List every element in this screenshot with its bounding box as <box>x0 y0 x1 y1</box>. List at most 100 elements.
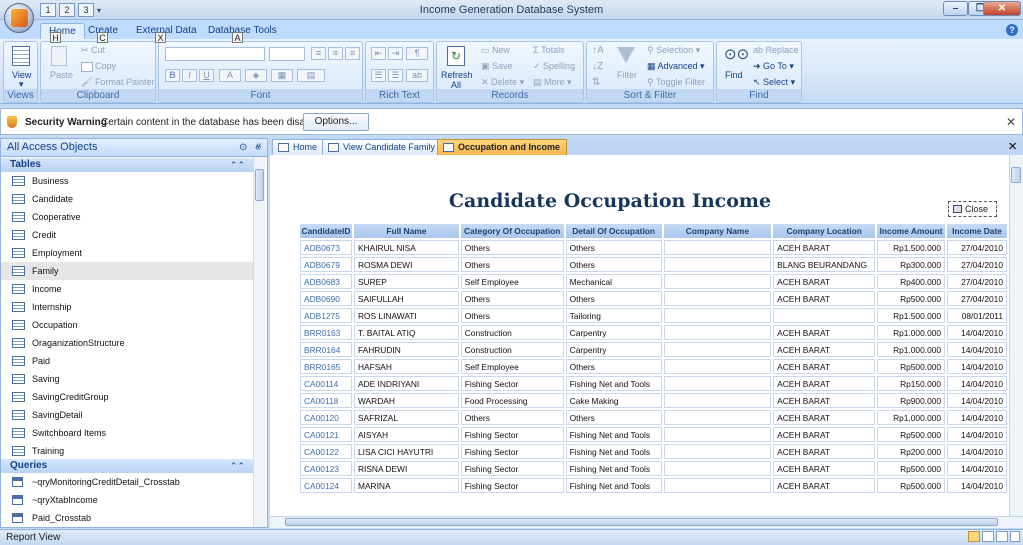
delete-record-button[interactable]: ✕ Delete ▾ <box>481 77 524 88</box>
underline-button[interactable]: U <box>199 69 214 82</box>
tables-group-header[interactable]: ⌃⌃ Tables <box>1 158 253 172</box>
options-button[interactable]: Options... <box>303 113 369 131</box>
align-right-icon[interactable]: ≡ <box>345 47 360 60</box>
nav-item-table[interactable]: Paid <box>1 352 253 370</box>
tab-home[interactable]: Home <box>40 23 85 39</box>
format-painter-button[interactable]: 🖌 Format Painter <box>81 77 154 88</box>
fill-color-icon[interactable]: ◈ <box>245 69 267 82</box>
nav-scroll-thumb[interactable] <box>255 169 264 201</box>
table-cell: Construction <box>460 325 564 340</box>
new-record-button[interactable]: ▭ New <box>481 45 510 56</box>
table-cell: ACEH BARAT <box>773 410 876 425</box>
queries-group-header[interactable]: ⌃⌃ Queries <box>1 459 253 473</box>
nav-item-table[interactable]: Occupation <box>1 316 253 334</box>
decrease-indent-icon[interactable]: ⇤ <box>371 47 386 60</box>
sort-descending-icon[interactable]: ↓Z <box>592 61 603 72</box>
nav-item-table[interactable]: Family <box>1 262 253 280</box>
nav-item-query[interactable]: ~qryXtabIncome <box>1 491 253 509</box>
select-button[interactable]: ↖ Select ▾ <box>753 77 795 88</box>
align-center-icon[interactable]: ≡ <box>328 47 343 60</box>
increase-indent-icon[interactable]: ⇥ <box>388 47 403 60</box>
clear-sort-icon[interactable]: ⇅ <box>592 77 600 88</box>
nav-item-table[interactable]: Internship <box>1 298 253 316</box>
print-preview-icon[interactable] <box>982 531 994 542</box>
layout-view-icon[interactable] <box>996 531 1008 542</box>
bold-button[interactable]: B <box>165 69 180 82</box>
table-cell: BRR0163 <box>300 325 352 340</box>
alternate-fill-icon[interactable]: ▤ <box>297 69 325 82</box>
table-cell: Fishing Net and Tools <box>565 461 662 476</box>
numbering-icon[interactable]: ☰ <box>388 69 403 82</box>
replace-button[interactable]: ab Replace <box>753 45 799 55</box>
nav-item-label: Employment <box>32 248 83 258</box>
totals-button[interactable]: Σ Totals <box>533 45 565 55</box>
tab-external-data[interactable]: External Data <box>128 23 205 39</box>
font-color-icon[interactable]: A <box>219 69 241 82</box>
vertical-scroll-thumb[interactable] <box>1011 167 1021 183</box>
nav-item-query[interactable]: ~qryMonitoringCreditDetail_Crosstab <box>1 473 253 491</box>
nav-scrollbar[interactable] <box>253 157 266 527</box>
table-cell <box>663 291 772 306</box>
nav-item-table[interactable]: Cooperative <box>1 208 253 226</box>
nav-item-table[interactable]: Saving <box>1 370 253 388</box>
nav-item-table[interactable]: Business <box>1 172 253 190</box>
paste-button[interactable]: Paste <box>50 70 73 80</box>
spelling-button[interactable]: ✓ Spelling <box>533 61 575 72</box>
horizontal-scroll-thumb[interactable] <box>285 518 998 526</box>
goto-button[interactable]: ➜ Go To ▾ <box>753 61 794 72</box>
sort-ascending-icon[interactable]: ↑A <box>592 45 604 56</box>
nav-item-query[interactable]: Paid_Crosstab <box>1 509 253 527</box>
refresh-all-button[interactable]: Refresh All <box>441 70 473 90</box>
doc-tab-home[interactable]: Home <box>272 139 325 155</box>
doc-tab-view-candidate-family[interactable]: View Candidate Family <box>322 139 442 155</box>
nav-item-table[interactable]: Training <box>1 442 253 460</box>
doc-tab-occupation-and-income[interactable]: Occupation and Income <box>437 139 568 155</box>
close-icon[interactable]: ✕ <box>1008 140 1017 153</box>
more-button[interactable]: ▤ More ▾ <box>533 77 572 88</box>
text-direction-icon[interactable]: ¶ <box>406 47 428 60</box>
align-left-icon[interactable]: ≡ <box>311 47 326 60</box>
toggle-filter-button[interactable]: ⚲ Toggle Filter <box>647 77 705 88</box>
nav-item-label: OraganizationStructure <box>32 338 125 348</box>
status-text: Report View <box>6 532 61 543</box>
close-icon[interactable]: ✕ <box>1006 115 1016 129</box>
minimize-button[interactable]: – <box>943 1 968 16</box>
copy-button[interactable]: Copy <box>81 61 116 72</box>
nav-item-label: ~qryXtabIncome <box>32 495 98 505</box>
security-warning-message: Certain content in the database has been… <box>101 117 324 128</box>
highlight-icon[interactable]: ab <box>406 69 428 82</box>
nav-item-table[interactable]: SavingCreditGroup <box>1 388 253 406</box>
save-record-button[interactable]: ▣ Save <box>481 61 513 72</box>
office-button[interactable] <box>4 3 34 33</box>
nav-item-table[interactable]: Credit <box>1 226 253 244</box>
bullets-icon[interactable]: ☰ <box>371 69 386 82</box>
nav-item-table[interactable]: Income <box>1 280 253 298</box>
help-icon[interactable]: ? <box>1006 24 1018 36</box>
selection-button[interactable]: ⚲ Selection ▾ <box>647 45 700 56</box>
table-cell <box>663 257 772 272</box>
cut-button[interactable]: ✂ Cut <box>81 45 105 56</box>
report-vertical-scrollbar[interactable] <box>1009 155 1023 516</box>
report-view-icon[interactable] <box>968 531 980 542</box>
design-view-icon[interactable] <box>1010 531 1020 542</box>
table-row: ADB0679 ROSMA DEWI Others Others BLANG BEURA… <box>300 257 1007 272</box>
font-name-combo[interactable] <box>165 47 265 61</box>
save-icon: ▣ <box>481 61 493 71</box>
window-close-button[interactable]: ✕ <box>983 1 1021 16</box>
chevron-down-icon[interactable]: ⊙ <box>239 139 247 156</box>
font-size-combo[interactable] <box>269 47 305 61</box>
nav-item-table[interactable]: OraganizationStructure <box>1 334 253 352</box>
nav-item-table[interactable]: Candidate <box>1 190 253 208</box>
nav-item-table[interactable]: Switchboard Items <box>1 424 253 442</box>
filter-button[interactable]: Filter <box>617 70 637 80</box>
nav-item-table[interactable]: Employment <box>1 244 253 262</box>
nav-pane-header[interactable]: All Access Objects ⊙ « <box>1 139 267 157</box>
gridlines-icon[interactable]: ▦ <box>271 69 293 82</box>
italic-button[interactable]: I <box>182 69 197 82</box>
report-close-button[interactable]: Close <box>948 201 997 217</box>
nav-item-table[interactable]: SavingDetail <box>1 406 253 424</box>
find-button[interactable]: Find <box>725 70 743 80</box>
table-row: BRR0164 FAHRUDIN Construction Carpentry ACEH… <box>300 342 1007 357</box>
advanced-button[interactable]: ▦ Advanced ▾ <box>647 61 705 72</box>
nav-pane-collapse-icon[interactable]: « <box>256 140 262 151</box>
